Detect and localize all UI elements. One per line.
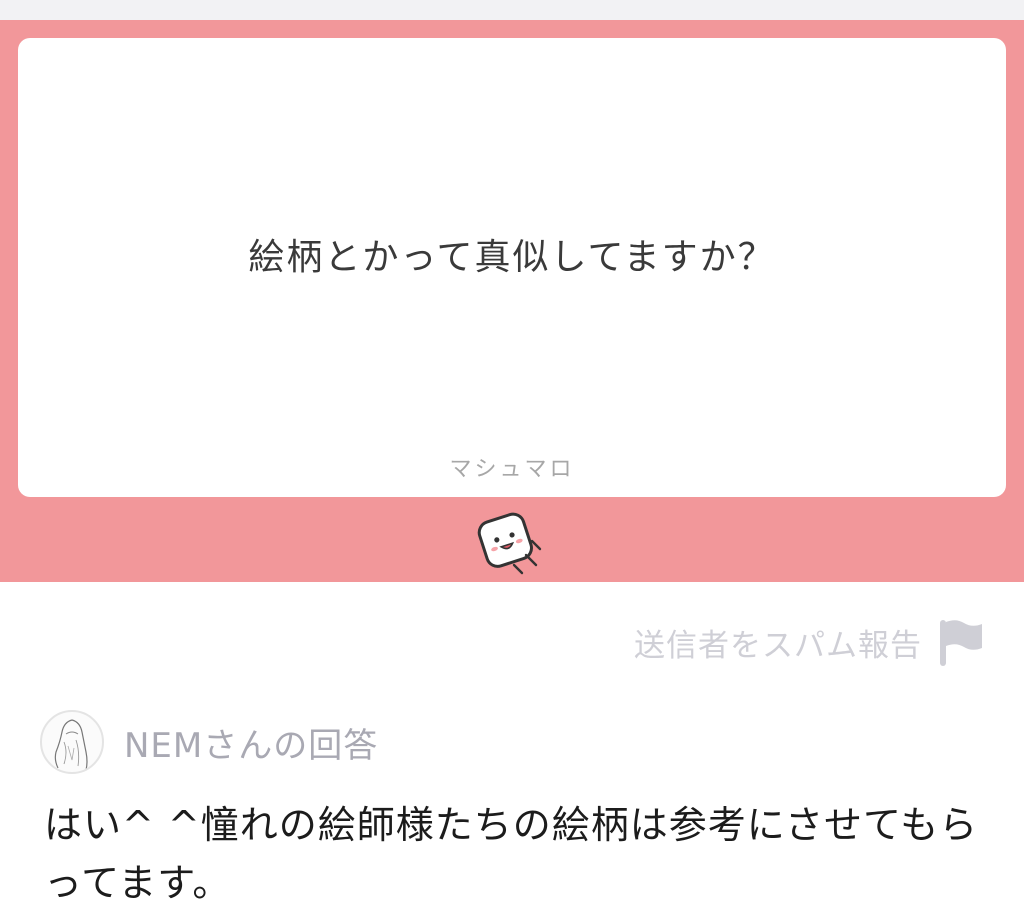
answerer-label: NEMさんの回答 (124, 725, 379, 766)
report-spam-button[interactable]: 送信者をスパム報告 (634, 614, 984, 670)
question-card: 絵柄とかって真似してますか？ (18, 38, 1006, 497)
top-bar (0, 0, 1024, 20)
marshmallow-mascot-icon (474, 505, 554, 580)
question-text: 絵柄とかって真似してますか？ (248, 237, 776, 278)
report-spam-label: 送信者をスパム報告 (634, 627, 922, 664)
answerer-row: NEMさんの回答 (40, 708, 378, 776)
brand-label: マシュマロ (449, 457, 575, 482)
flag-icon (936, 616, 984, 668)
avatar[interactable] (40, 710, 104, 774)
answer-text: はい^ ^憧れの絵師様たちの絵柄は参考にさせてもらってます。 (44, 803, 979, 905)
avatar-sketch-icon (54, 719, 88, 771)
